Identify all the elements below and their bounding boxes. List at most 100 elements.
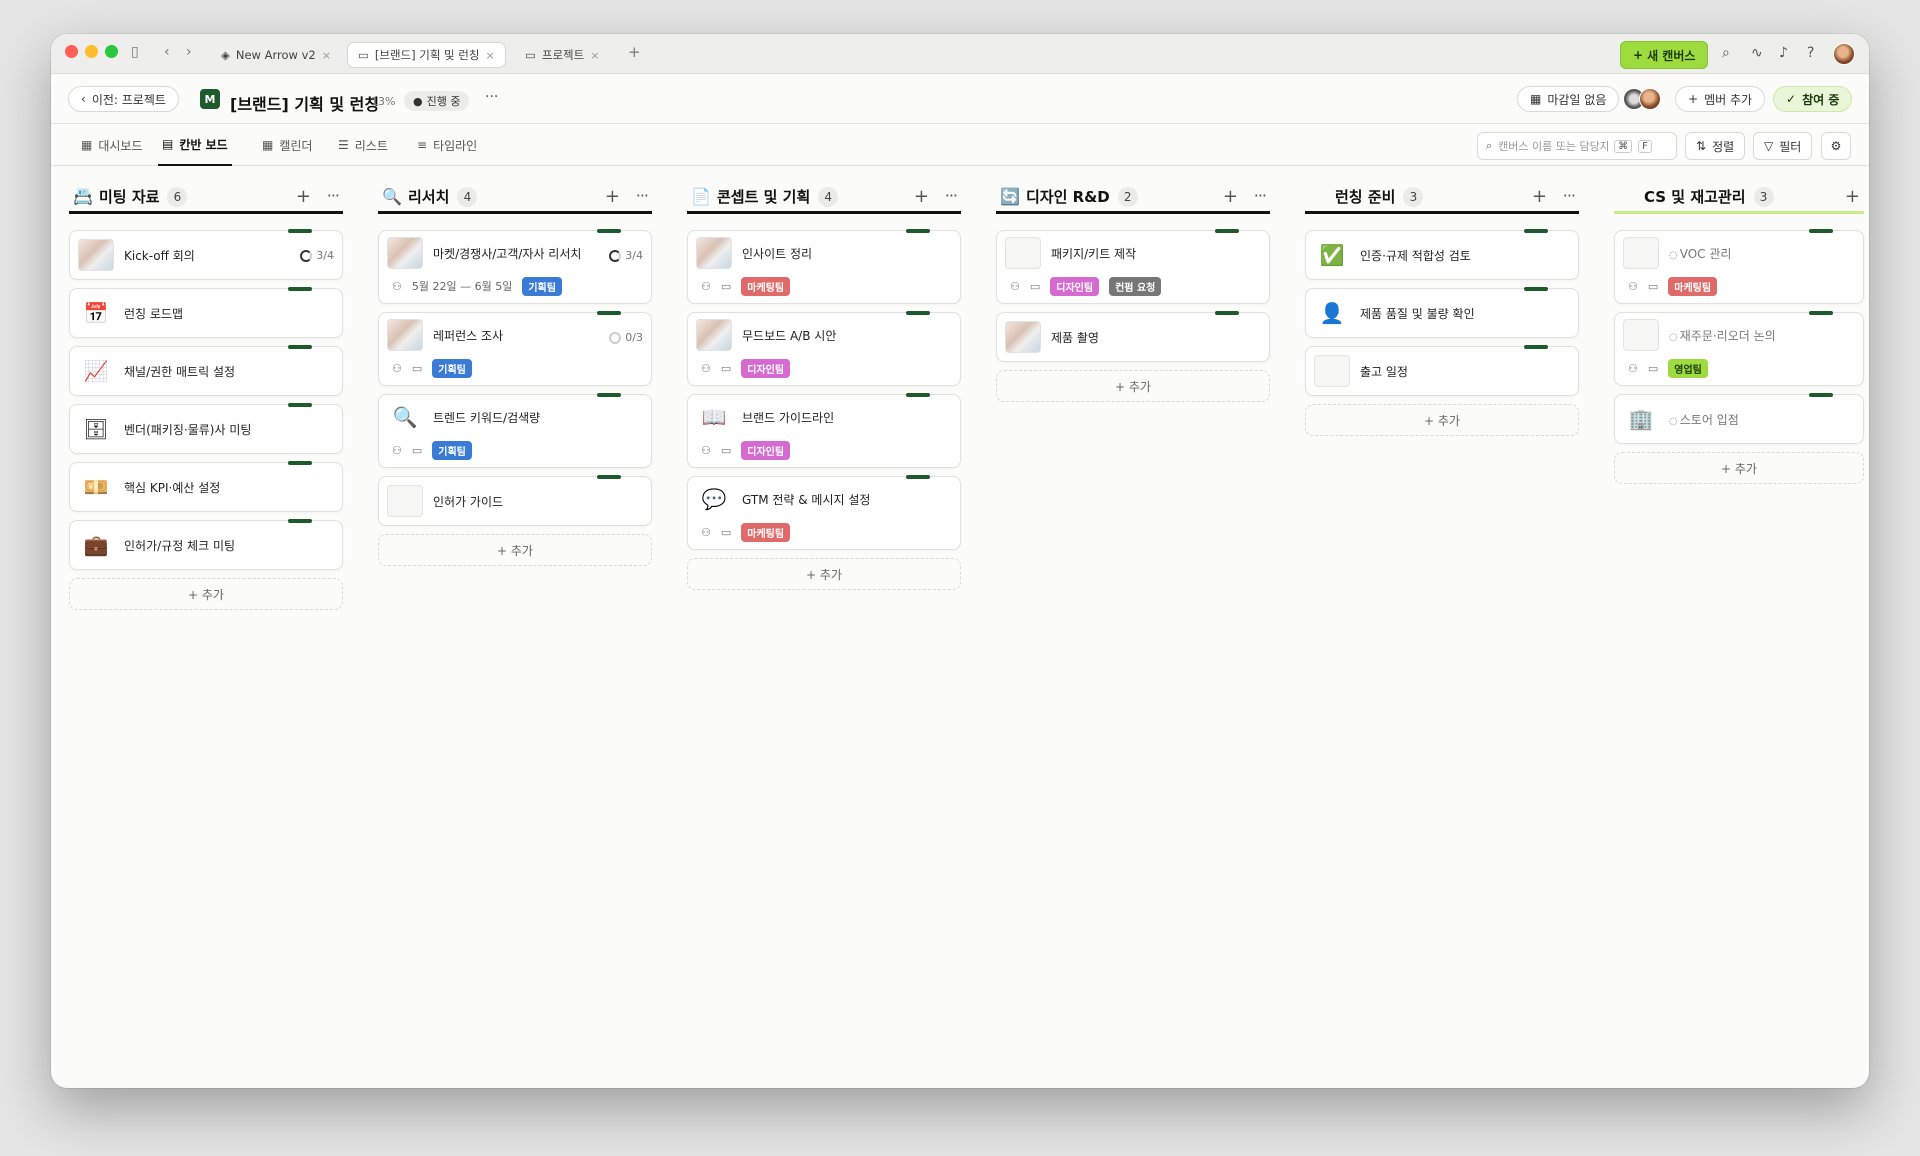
add-card-button[interactable]: + 추가 bbox=[687, 558, 961, 590]
assignee-icon[interactable]: ⚇ bbox=[701, 280, 711, 293]
close-window-button[interactable] bbox=[65, 45, 78, 58]
tab-list[interactable]: ☰ 리스트 bbox=[338, 124, 388, 166]
task-card[interactable]: 📈 채널/권한 매트릭 설정 bbox=[69, 345, 343, 396]
task-card[interactable]: 패키지/키트 제작 ⚇ ▭ 디자인팀 컨펌 요청 bbox=[996, 229, 1270, 304]
column-more-icon[interactable]: ··· bbox=[636, 186, 649, 205]
forward-arrow-icon[interactable]: › bbox=[186, 45, 192, 59]
task-card[interactable]: 🗄 벤더(패키징·물류)사 미팅 bbox=[69, 403, 343, 454]
sidebar-toggle-icon[interactable]: ▯ bbox=[131, 45, 139, 59]
calendar-icon[interactable]: ▭ bbox=[721, 526, 731, 539]
assignee-icon[interactable]: ⚇ bbox=[392, 362, 402, 375]
task-card[interactable]: 💼 인허가/규정 체크 미팅 bbox=[69, 519, 343, 570]
filter-button[interactable]: ▽ 필터 bbox=[1753, 132, 1813, 160]
assignee-icon[interactable]: ⚇ bbox=[701, 444, 711, 457]
tab-project[interactable]: ▭ 프로젝트 × bbox=[515, 42, 609, 68]
column-more-icon[interactable]: ··· bbox=[1563, 186, 1576, 205]
assignee-icon[interactable]: ⚇ bbox=[701, 526, 711, 539]
column-add-icon[interactable]: + bbox=[914, 186, 929, 207]
calendar-icon[interactable]: ▭ bbox=[721, 362, 731, 375]
task-card[interactable]: ◌ 재주문·리오더 논의 ⚇ ▭ 영업팀 bbox=[1614, 311, 1864, 386]
deadline-button[interactable]: ▦ 마감일 없음 bbox=[1517, 86, 1620, 112]
assignee-icon[interactable]: ⚇ bbox=[392, 280, 402, 293]
bell-icon[interactable]: ♪ bbox=[1779, 46, 1788, 60]
search-box[interactable]: ⌕ 캔버스 이름 또는 담당자 ⌘ F bbox=[1477, 132, 1677, 160]
new-tab-icon[interactable]: + bbox=[628, 45, 641, 60]
back-arrow-icon[interactable]: ‹ bbox=[164, 45, 170, 59]
tab-close-icon[interactable]: × bbox=[322, 49, 331, 62]
task-card[interactable]: 출고 일정 bbox=[1305, 345, 1579, 396]
team-tag: 마케팅팀 bbox=[1668, 276, 1718, 296]
new-canvas-button[interactable]: + 새 캔버스 bbox=[1620, 41, 1709, 69]
kanban-column: 🔍 리서치 4 + ··· 마켓/경쟁사/고객/자사 리서치 3/4 ⚇ 5월 22일 — 6월… bbox=[378, 182, 652, 566]
help-icon[interactable]: ? bbox=[1807, 46, 1814, 60]
tab-timeline[interactable]: ≡ 타임라인 bbox=[417, 124, 477, 166]
add-card-button[interactable]: + 추가 bbox=[996, 370, 1270, 402]
tab-brand-launch[interactable]: ▭ [브랜드] 기획 및 런칭 × bbox=[347, 42, 506, 68]
calendar-icon[interactable]: ▭ bbox=[412, 362, 422, 375]
add-card-button[interactable]: + 추가 bbox=[378, 534, 652, 566]
assignee-icon[interactable]: ⚇ bbox=[392, 444, 402, 457]
user-avatar[interactable] bbox=[1833, 43, 1855, 65]
assignee-icon[interactable]: ⚇ bbox=[1010, 280, 1020, 293]
calendar-icon[interactable]: ▭ bbox=[1030, 280, 1040, 293]
search-icon[interactable]: ⌕ bbox=[1722, 46, 1730, 60]
column-add-icon[interactable]: + bbox=[605, 186, 620, 207]
activity-icon[interactable]: ∿ bbox=[1751, 46, 1763, 60]
minimize-window-button[interactable] bbox=[85, 45, 98, 58]
column-add-icon[interactable]: + bbox=[1223, 186, 1238, 207]
task-card[interactable]: 🏢 ◌ 스토어 입점 bbox=[1614, 393, 1864, 444]
calendar-icon[interactable]: ▭ bbox=[1648, 362, 1658, 375]
settings-button[interactable]: ⚙ bbox=[1821, 132, 1851, 160]
tab-dashboard[interactable]: ▦ 대시보드 bbox=[81, 124, 143, 166]
calendar-icon[interactable]: ▭ bbox=[412, 444, 422, 457]
participating-button[interactable]: ✓ 참여 중 bbox=[1773, 86, 1853, 112]
task-card[interactable]: 💴 핵심 KPI·예산 설정 bbox=[69, 461, 343, 512]
zoom-window-button[interactable] bbox=[105, 45, 118, 58]
task-card[interactable]: 🔍 트렌드 키워드/검색량 ⚇ ▭ 기획팀 bbox=[378, 393, 652, 468]
card-icon: 💼 bbox=[83, 533, 109, 557]
column-add-icon[interactable]: + bbox=[296, 186, 311, 207]
add-card-button[interactable]: + 추가 bbox=[1305, 404, 1579, 436]
calendar-icon[interactable]: ▭ bbox=[1648, 280, 1658, 293]
card-date[interactable]: 5월 22일 — 6월 5일 bbox=[412, 278, 512, 294]
add-member-button[interactable]: + 멤버 추가 bbox=[1675, 86, 1766, 112]
column-more-icon[interactable]: ··· bbox=[1254, 186, 1267, 205]
card-title-wrap: 인허가/규정 체크 미팅 bbox=[124, 537, 235, 554]
task-card[interactable]: 💬 GTM 전략 & 메시지 설정 ⚇ ▭ 마케팅팀 bbox=[687, 475, 961, 550]
calendar-icon[interactable]: ▭ bbox=[721, 280, 731, 293]
assignee-icon[interactable]: ⚇ bbox=[701, 362, 711, 375]
add-card-button[interactable]: + 추가 bbox=[1614, 452, 1864, 484]
column-add-icon[interactable]: + bbox=[1532, 186, 1547, 207]
task-card[interactable]: 마켓/경쟁사/고객/자사 리서치 3/4 ⚇ 5월 22일 — 6월 5일 기획팀 bbox=[378, 229, 652, 304]
add-card-button[interactable]: + 추가 bbox=[69, 578, 343, 610]
more-options-button[interactable]: ··· bbox=[485, 89, 498, 105]
tab-kanban[interactable]: ▤ 칸반 보드 bbox=[158, 124, 232, 166]
card-thumbnail bbox=[696, 319, 732, 351]
column-more-icon[interactable]: ··· bbox=[945, 186, 958, 205]
member-avatar-2[interactable] bbox=[1639, 88, 1661, 110]
task-card[interactable]: 📅 런칭 로드맵 bbox=[69, 287, 343, 338]
task-card[interactable]: Kick-off 회의 3/4 bbox=[69, 229, 343, 280]
tab-calendar[interactable]: ▦ 캘린더 bbox=[262, 124, 312, 166]
calendar-icon[interactable]: ▭ bbox=[721, 444, 731, 457]
sort-button[interactable]: ⇅ 정렬 bbox=[1685, 132, 1746, 160]
back-to-project-button[interactable]: ‹ 이전: 프로젝트 bbox=[68, 86, 179, 112]
tab-new-arrow[interactable]: ◈ New Arrow v2 × bbox=[211, 42, 341, 68]
subtask-progress: 3/4 bbox=[609, 249, 643, 262]
task-card[interactable]: 레퍼런스 조사 0/3 ⚇ ▭ 기획팀 bbox=[378, 311, 652, 386]
task-card[interactable]: 무드보드 A/B 시안 ⚇ ▭ 디자인팀 bbox=[687, 311, 961, 386]
task-card[interactable]: ✅ 인증·규제 적합성 검토 bbox=[1305, 229, 1579, 280]
task-card[interactable]: 인허가 가이드 bbox=[378, 475, 652, 526]
task-card[interactable]: 👤 제품 품질 및 불량 확인 bbox=[1305, 287, 1579, 338]
task-card[interactable]: ◌ VOC 관리 ⚇ ▭ 마케팅팀 bbox=[1614, 229, 1864, 304]
task-card[interactable]: 📖 브랜드 가이드라인 ⚇ ▭ 디자인팀 bbox=[687, 393, 961, 468]
task-card[interactable]: 제품 촬영 bbox=[996, 311, 1270, 362]
tab-close-icon[interactable]: × bbox=[485, 49, 494, 62]
column-more-icon[interactable]: ··· bbox=[327, 186, 340, 205]
column-add-icon[interactable]: + bbox=[1845, 186, 1860, 207]
assignee-icon[interactable]: ⚇ bbox=[1628, 362, 1638, 375]
status-badge[interactable]: ● 진행 중 bbox=[404, 91, 470, 111]
tab-close-icon[interactable]: × bbox=[590, 49, 599, 62]
task-card[interactable]: 인사이트 정리 ⚇ ▭ 마케팅팀 bbox=[687, 229, 961, 304]
assignee-icon[interactable]: ⚇ bbox=[1628, 280, 1638, 293]
